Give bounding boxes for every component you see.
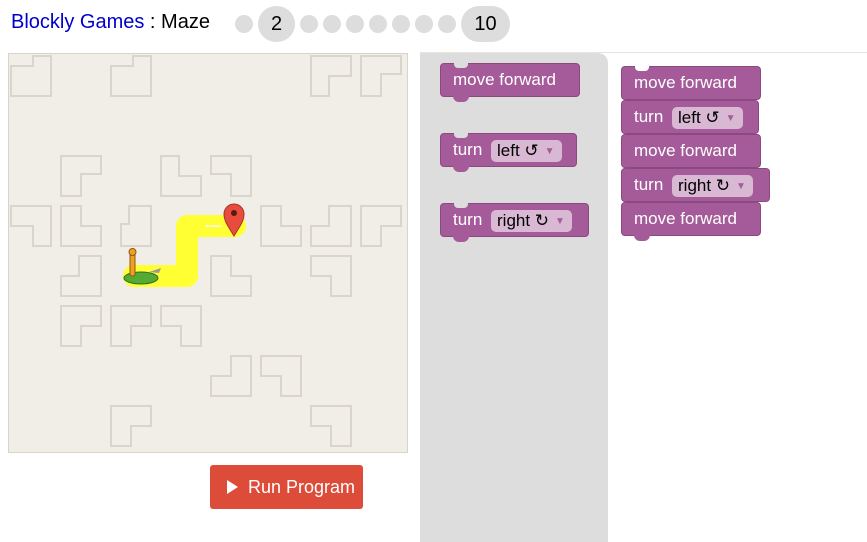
play-icon <box>227 480 238 494</box>
level-dot-9[interactable] <box>438 15 456 33</box>
direction-dropdown[interactable]: left ↺ ▼ <box>672 107 743 129</box>
toolbox-turn-right-block[interactable]: turn right ↻ ▼ <box>440 203 589 242</box>
block-label: turn <box>453 210 483 229</box>
block-notch <box>635 66 649 71</box>
level-dot-4[interactable] <box>323 15 341 33</box>
program-move-forward-block[interactable]: move forward <box>621 66 761 100</box>
dropdown-arrow-icon: ▼ <box>544 146 555 157</box>
level-dot-8[interactable] <box>415 15 433 33</box>
maze-path <box>123 215 246 287</box>
level-last[interactable]: 10 <box>461 6 510 42</box>
level-dot-6[interactable] <box>369 15 387 33</box>
dropdown-arrow-icon: ▼ <box>736 181 746 192</box>
block-notch <box>454 203 468 208</box>
app-title: Blockly Games : Maze <box>11 11 210 34</box>
dropdown-value: left ↺ <box>678 108 720 127</box>
level-dot-1[interactable] <box>235 15 253 33</box>
block-tab <box>453 166 469 172</box>
level-dot-7[interactable] <box>392 15 410 33</box>
program-move-forward-block[interactable]: move forward <box>621 134 761 168</box>
block-tab <box>453 96 469 102</box>
dropdown-arrow-icon: ▼ <box>725 113 736 124</box>
direction-dropdown[interactable]: right ↻ ▼ <box>672 175 753 197</box>
block-notch <box>454 133 468 138</box>
game-name: Maze <box>161 11 210 33</box>
level-dot-3[interactable] <box>300 15 318 33</box>
dropdown-value: left ↺ <box>497 141 539 160</box>
block-label: turn <box>453 140 483 159</box>
level-dot-5[interactable] <box>346 15 364 33</box>
run-program-label: Run Program <box>248 477 356 497</box>
dropdown-value: right ↻ <box>497 211 550 230</box>
program-move-forward-block[interactable]: move forward <box>621 202 761 241</box>
block-label: move forward <box>634 209 737 228</box>
toolbox-turn-left-block[interactable]: turn left ↺ ▼ <box>440 133 577 172</box>
block-tab <box>634 235 650 241</box>
program-turn-left-block[interactable]: turn left ↺ ▼ <box>621 100 759 134</box>
maze-svg <box>10 55 402 447</box>
block-label: move forward <box>634 73 737 92</box>
program-turn-right-block[interactable]: turn right ↻ ▼ <box>621 168 770 202</box>
maze-walls <box>10 55 402 447</box>
maze-board <box>8 53 408 453</box>
toolbox-move-forward-block[interactable]: move forward <box>440 63 580 102</box>
run-program-button[interactable]: Run Program <box>210 465 363 509</box>
block-label: move forward <box>634 141 737 160</box>
dropdown-arrow-icon: ▼ <box>555 216 565 227</box>
dropdown-value: right ↻ <box>678 176 731 195</box>
direction-dropdown[interactable]: left ↺ ▼ <box>491 140 562 162</box>
block-label: move forward <box>453 70 556 89</box>
direction-dropdown[interactable]: right ↻ ▼ <box>491 210 572 232</box>
title-separator: : <box>144 11 162 33</box>
blockly-games-link[interactable]: Blockly Games <box>11 11 144 33</box>
level-current[interactable]: 2 <box>258 6 295 42</box>
program-workspace[interactable]: move forward turn left ↺ ▼ move forward t… <box>608 53 867 542</box>
block-label: turn <box>634 107 664 126</box>
toolbox-flyout: move forward turn left ↺ ▼ turn right ↻ ▼ <box>420 53 608 542</box>
block-notch <box>454 63 468 68</box>
block-tab <box>453 236 469 242</box>
block-label: turn <box>634 175 664 194</box>
